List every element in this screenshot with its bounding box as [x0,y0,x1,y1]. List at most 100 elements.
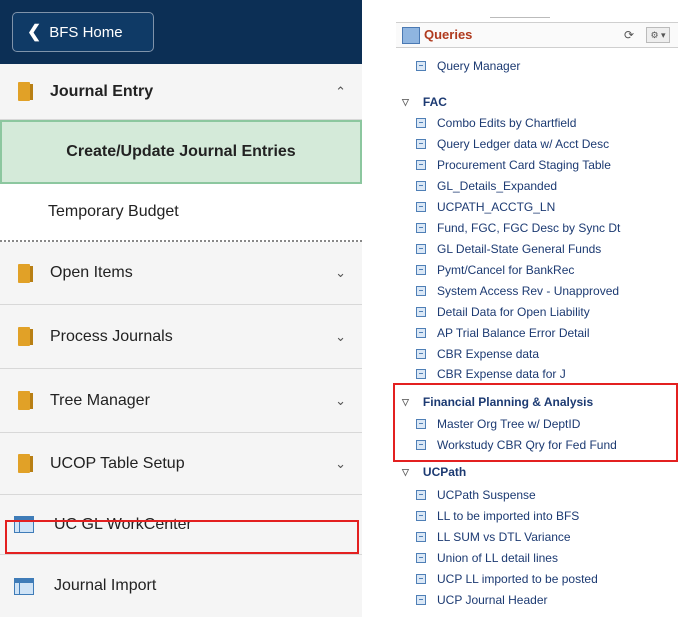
query-label: LL to be imported into BFS [437,509,580,523]
nav-item-label: Journal Entry [50,82,154,100]
nav-item-journal-entry[interactable]: Journal Entry ⌃ [0,64,362,120]
query-doc-icon [416,223,426,233]
query-link[interactable]: Master Org Tree w/ DeptID [416,417,580,431]
nav-item-journal-import[interactable]: Journal Import [0,555,362,617]
queries-header: Queries ⟳ ⚙ ▾ [396,22,678,48]
folder-financial-planning-analysis[interactable]: ▽ Financial Planning & Analysis [402,395,593,409]
query-link[interactable]: UCP LL imported to be posted [416,572,598,586]
query-doc-icon [416,369,426,379]
query-link[interactable]: Workstudy CBR Qry for Fed Fund [416,438,617,452]
query-link[interactable]: CBR Expense data [416,347,539,361]
nav-item-tree-manager[interactable]: Tree Manager ⌄ [0,369,362,433]
query-label: Detail Data for Open Liability [437,305,590,319]
query-label: GL_Details_Expanded [437,179,558,193]
query-doc-icon [416,532,426,542]
chevron-down-icon: ⌄ [335,328,346,344]
folder-icon [18,454,33,473]
query-doc-icon [416,490,426,500]
query-link[interactable]: LL to be imported into BFS [416,509,579,523]
query-link[interactable]: UCPATH_ACCTG_LN [416,200,555,214]
query-link[interactable]: GL Detail-State General Funds [416,242,601,256]
nav-item-label: Create/Update Journal Entries [66,143,296,160]
query-doc-icon [416,61,426,71]
query-label: Workstudy CBR Qry for Fed Fund [437,438,617,452]
folder-icon [18,82,33,101]
folder-icon [18,391,33,410]
query-link[interactable]: UCP Journal Header [416,593,548,607]
chevron-down-icon: ⌄ [335,392,346,408]
folder-label: Financial Planning & Analysis [422,395,594,409]
bfs-home-button[interactable]: ❮ BFS Home [12,12,154,52]
nav-item-label: Journal Import [54,577,157,594]
queries-icon [402,27,420,44]
left-nav-panel: ❮ BFS Home Journal Entry ⌃ Create/Update… [0,0,362,617]
refresh-icon[interactable]: ⟳ [624,28,634,42]
query-doc-icon [416,202,426,212]
query-link-query-manager[interactable]: Query Manager [416,59,520,73]
gear-icon[interactable]: ⚙ ▾ [646,27,670,43]
window-icon [14,516,34,533]
query-link[interactable]: CBR Expense data for J [416,367,566,381]
home-button-label: BFS Home [49,23,123,41]
nav-item-label: Temporary Budget [48,203,179,220]
query-link[interactable]: System Access Rev - Unapproved [416,284,619,298]
chevron-left-icon: ❮ [27,22,42,41]
query-label: Query Ledger data w/ Acct Desc [437,137,610,151]
query-link[interactable]: LL SUM vs DTL Variance [416,530,571,544]
query-label: CBR Expense data [437,347,540,361]
nav-item-label: Open Items [50,264,133,281]
query-label: GL Detail-State General Funds [437,242,602,256]
query-doc-icon [416,139,426,149]
query-doc-icon [416,440,426,450]
query-label: CBR Expense data for J [437,367,566,381]
nav-item-label: Process Journals [50,327,173,345]
query-doc-icon [416,307,426,317]
query-doc-icon [416,265,426,275]
query-link[interactable]: Pymt/Cancel for BankRec [416,263,574,277]
query-link[interactable]: Combo Edits by Chartfield [416,116,576,130]
query-link[interactable]: Query Ledger data w/ Acct Desc [416,137,609,151]
queries-title: Queries [424,27,473,42]
folder-ucpath[interactable]: ▽ UCPath [402,465,466,479]
query-doc-icon [416,160,426,170]
chevron-down-icon: ⌄ [335,455,346,471]
query-doc-icon [416,328,426,338]
window-icon [14,577,34,595]
chevron-up-icon: ⌃ [335,83,346,99]
nav-item-label: UCOP Table Setup [50,454,185,472]
query-doc-icon [416,595,426,605]
query-doc-icon [416,349,426,359]
query-label: Query Manager [437,59,521,73]
query-label: UCP Journal Header [437,593,548,607]
chevron-down-icon: ⌄ [335,265,346,280]
query-link[interactable]: Detail Data for Open Liability [416,305,590,319]
query-label: UCP LL imported to be posted [437,572,598,586]
nav-item-open-items[interactable]: Open Items ⌄ [0,242,362,305]
nav-item-ucop-table-setup[interactable]: UCOP Table Setup ⌄ [0,433,362,495]
folder-label: UCPath [422,465,467,479]
query-label: Procurement Card Staging Table [437,158,611,172]
folder-label: FAC [422,95,447,109]
triangle-down-icon: ▽ [402,466,409,477]
folder-fac[interactable]: ▽ FAC [402,95,447,109]
query-link[interactable]: UCPath Suspense [416,488,536,502]
query-label: Fund, FGC, FGC Desc by Sync Dt [437,221,621,235]
nav-item-process-journals[interactable]: Process Journals ⌄ [0,305,362,369]
query-doc-icon [416,286,426,296]
panel-top-divider [490,17,550,21]
query-link[interactable]: GL_Details_Expanded [416,179,557,193]
query-label: UCPath Suspense [437,488,536,502]
nav-item-label: Tree Manager [50,391,150,409]
nav-item-temporary-budget[interactable]: Temporary Budget [0,184,362,242]
nav-item-uc-gl-workcenter[interactable]: UC GL WorkCenter [0,495,362,555]
nav-item-create-update-journal-entries[interactable]: Create/Update Journal Entries [0,120,362,184]
query-link[interactable]: Union of LL detail lines [416,551,558,565]
nav-header: ❮ BFS Home [0,0,362,64]
query-label: AP Trial Balance Error Detail [437,326,590,340]
query-doc-icon [416,553,426,563]
query-link[interactable]: Fund, FGC, FGC Desc by Sync Dt [416,221,620,235]
query-doc-icon [416,419,426,429]
query-link[interactable]: Procurement Card Staging Table [416,158,611,172]
query-doc-icon [416,574,426,584]
query-link[interactable]: AP Trial Balance Error Detail [416,326,590,340]
